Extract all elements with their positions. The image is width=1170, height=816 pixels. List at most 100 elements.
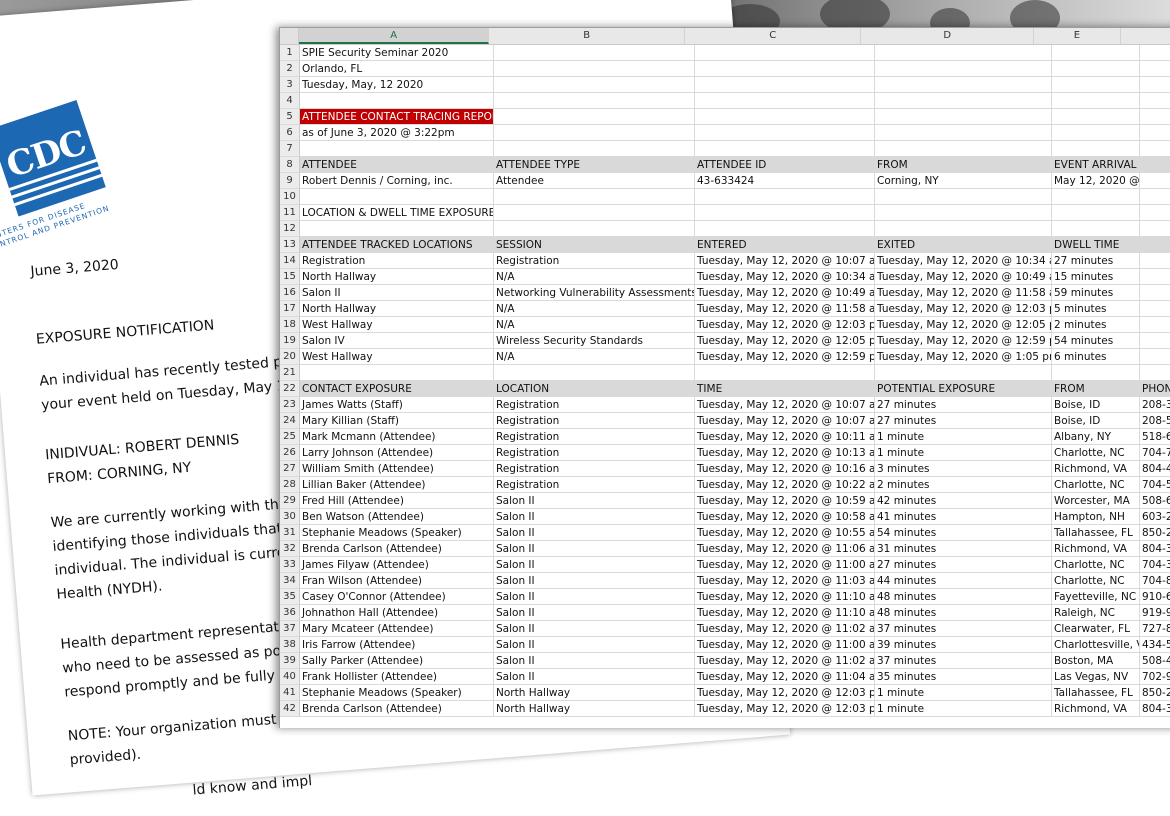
row-number[interactable]: 38	[280, 637, 300, 653]
table-cell[interactable]: 804-3	[1140, 701, 1170, 717]
table-cell[interactable]: ATTENDEE ID	[695, 157, 875, 173]
table-cell[interactable]: 2 minutes	[875, 477, 1052, 493]
table-cell[interactable]: Salon II	[494, 557, 695, 573]
column-header-d[interactable]: D	[861, 28, 1035, 44]
table-cell[interactable]: 518-6	[1140, 429, 1170, 445]
table-cell[interactable]: 43-633424	[695, 173, 875, 189]
table-cell[interactable]: Salon II	[494, 589, 695, 605]
row-number[interactable]: 32	[280, 541, 300, 557]
table-cell[interactable]: 44 minutes	[875, 573, 1052, 589]
table-cell[interactable]	[1140, 301, 1170, 317]
table-cell[interactable]: N/A	[494, 349, 695, 365]
table-cell[interactable]: 2 minutes	[1052, 317, 1140, 333]
table-cell[interactable]	[875, 205, 1052, 221]
table-cell[interactable]: Tallahassee, FL	[1052, 685, 1140, 701]
table-cell[interactable]: Tallahassee, FL	[1052, 525, 1140, 541]
table-cell[interactable]	[695, 45, 875, 61]
table-cell[interactable]	[494, 93, 695, 109]
table-cell[interactable]: Brenda Carlson (Attendee)	[300, 541, 494, 557]
row-number[interactable]: 37	[280, 621, 300, 637]
table-cell[interactable]: FROM	[1052, 381, 1140, 397]
table-cell[interactable]: North Hallway	[300, 269, 494, 285]
table-cell[interactable]: Registration	[494, 429, 695, 445]
table-cell[interactable]: 804-4	[1140, 461, 1170, 477]
table-cell[interactable]	[1140, 61, 1170, 77]
row-number[interactable]: 34	[280, 573, 300, 589]
table-cell[interactable]: 702-9	[1140, 669, 1170, 685]
table-cell[interactable]	[494, 109, 695, 125]
table-cell[interactable]: 27 minutes	[1052, 253, 1140, 269]
table-cell[interactable]	[494, 77, 695, 93]
row-number[interactable]: 9	[280, 173, 300, 189]
table-cell[interactable]: 704-8	[1140, 573, 1170, 589]
table-cell[interactable]	[300, 365, 494, 381]
table-cell[interactable]: 39 minutes	[875, 637, 1052, 653]
table-cell[interactable]	[300, 141, 494, 157]
table-cell[interactable]: Salon II	[494, 493, 695, 509]
row-number[interactable]: 4	[280, 93, 300, 109]
table-cell[interactable]: Salon II	[494, 621, 695, 637]
table-cell[interactable]	[695, 221, 875, 237]
table-cell[interactable]: Charlotte, NC	[1052, 557, 1140, 573]
table-cell[interactable]	[1140, 93, 1170, 109]
table-cell[interactable]: Tuesday, May 12, 2020 @ 11:02 am	[695, 653, 875, 669]
row-number[interactable]: 30	[280, 509, 300, 525]
row-number[interactable]: 25	[280, 429, 300, 445]
table-cell[interactable]: N/A	[494, 317, 695, 333]
table-cell[interactable]	[300, 221, 494, 237]
table-cell[interactable]: 434-5	[1140, 637, 1170, 653]
table-cell[interactable]	[875, 189, 1052, 205]
table-cell[interactable]: Mary Killian (Staff)	[300, 413, 494, 429]
table-cell[interactable]	[1140, 317, 1170, 333]
table-cell[interactable]	[1140, 221, 1170, 237]
table-cell[interactable]	[494, 365, 695, 381]
table-cell[interactable]: N/A	[494, 301, 695, 317]
row-number[interactable]: 16	[280, 285, 300, 301]
table-cell[interactable]: 603-2	[1140, 509, 1170, 525]
table-cell[interactable]: Tuesday, May 12, 2020 @ 10:22 am	[695, 477, 875, 493]
table-cell[interactable]: Tuesday, May 12, 2020 @ 12:03 pm	[695, 317, 875, 333]
table-cell[interactable]: Clearwater, FL	[1052, 621, 1140, 637]
row-number[interactable]: 6	[280, 125, 300, 141]
table-cell[interactable]: SESSION	[494, 237, 695, 253]
table-cell[interactable]	[695, 109, 875, 125]
table-cell[interactable]	[875, 77, 1052, 93]
row-number[interactable]: 7	[280, 141, 300, 157]
table-cell[interactable]: Richmond, VA	[1052, 541, 1140, 557]
table-cell[interactable]: Tuesday, May 12, 2020 @ 10:13 am	[695, 445, 875, 461]
table-cell[interactable]: 59 minutes	[1052, 285, 1140, 301]
row-number[interactable]: 23	[280, 397, 300, 413]
table-cell[interactable]	[1140, 349, 1170, 365]
column-header-e[interactable]: E	[1034, 28, 1121, 44]
table-cell[interactable]: Robert Dennis / Corning, inc.	[300, 173, 494, 189]
table-cell[interactable]: ATTENDEE TYPE	[494, 157, 695, 173]
table-cell[interactable]: 35 minutes	[875, 669, 1052, 685]
column-header-b[interactable]: B	[489, 28, 686, 44]
table-cell[interactable]: Iris Farrow (Attendee)	[300, 637, 494, 653]
table-cell[interactable]: Tuesday, May 12, 2020 @ 10:55 am	[695, 525, 875, 541]
table-cell[interactable]: Tuesday, May 12, 2020 @ 11:00 am	[695, 557, 875, 573]
table-cell[interactable]	[1140, 333, 1170, 349]
table-cell[interactable]: Registration	[494, 445, 695, 461]
table-cell[interactable]: Registration	[494, 397, 695, 413]
column-header-f[interactable]	[1121, 28, 1170, 44]
table-cell[interactable]: Tuesday, May 12, 2020 @ 12:03 pm	[695, 685, 875, 701]
table-cell[interactable]: Salon II	[494, 669, 695, 685]
table-cell[interactable]: Boise, ID	[1052, 397, 1140, 413]
table-cell[interactable]: Tuesday, May 12, 2020 @ 12:59 pm	[875, 333, 1052, 349]
table-cell[interactable]: Tuesday, May 12, 2020 @ 10:34 am	[695, 269, 875, 285]
table-cell[interactable]: DWELL TIME	[1052, 237, 1140, 253]
table-cell[interactable]: Salon II	[494, 637, 695, 653]
row-number[interactable]: 27	[280, 461, 300, 477]
table-cell[interactable]	[1052, 221, 1140, 237]
row-number[interactable]: 2	[280, 61, 300, 77]
table-cell[interactable]: William Smith (Attendee)	[300, 461, 494, 477]
table-cell[interactable]: ATTENDEE CONTACT TRACING REPORT	[300, 109, 494, 125]
table-cell[interactable]: Tuesday, May 12, 2020 @ 11:10 am	[695, 605, 875, 621]
table-cell[interactable]: Registration	[494, 461, 695, 477]
table-cell[interactable]	[875, 141, 1052, 157]
table-cell[interactable]: Ben Watson (Attendee)	[300, 509, 494, 525]
table-cell[interactable]: North Hallway	[494, 685, 695, 701]
table-cell[interactable]	[1140, 205, 1170, 221]
table-cell[interactable]: Registration	[494, 253, 695, 269]
